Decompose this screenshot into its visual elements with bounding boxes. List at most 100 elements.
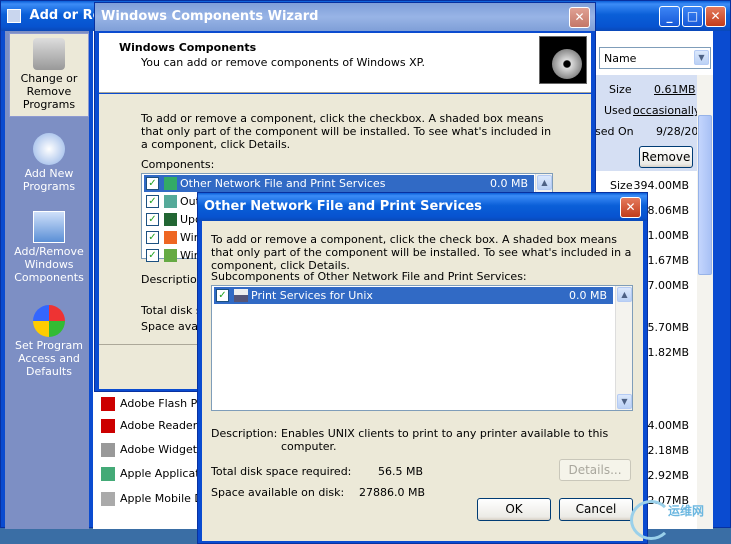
program-icon	[101, 467, 115, 481]
available-space-value: 27886.0 MB	[359, 486, 426, 499]
arp-app-icon	[7, 8, 21, 23]
component-icon	[164, 177, 177, 190]
subcomponent-dialog: Other Network File and Print Services ✕ …	[197, 192, 648, 544]
available-space-label: Space available on disk:	[211, 486, 345, 499]
subdialog-body: To add or remove a component, click the …	[202, 221, 643, 541]
sidebar-item-label: Add/Remove Windows Components	[14, 245, 84, 284]
details-button[interactable]: Details...	[559, 459, 631, 481]
sidebar-item-add-new[interactable]: Add New Programs	[9, 129, 89, 193]
wizard-close-button[interactable]: ✕	[569, 7, 590, 28]
subdialog-instructions: To add or remove a component, click the …	[211, 233, 632, 272]
subdialog-description-label: Description:	[211, 427, 278, 440]
program-access-icon	[33, 305, 65, 337]
wizard-title: Windows Components Wizard	[101, 9, 319, 24]
used-value[interactable]: occasionally	[633, 104, 700, 117]
program-name: Adobe Flash Pla	[120, 397, 208, 410]
subdialog-close-button[interactable]: ✕	[620, 197, 641, 218]
subdialog-description-text: Enables UNIX clients to print to any pri…	[281, 427, 609, 453]
program-name: Apple Applicatio	[120, 467, 210, 480]
scroll-down-arrow[interactable]: ▼	[617, 394, 632, 409]
component-checkbox[interactable]: ✓	[146, 231, 159, 244]
total-space-value: 56.5 MB	[378, 465, 424, 478]
component-icon	[164, 231, 177, 244]
sidebar-item-label: Add New Programs	[22, 167, 76, 193]
used-label: Used	[604, 104, 632, 117]
scroll-up-arrow[interactable]: ▲	[537, 175, 552, 190]
size-value: 1.67MB	[647, 254, 689, 267]
sidebar-item-windows-components[interactable]: Add/Remove Windows Components	[9, 207, 89, 284]
subcomponents-label: Subcomponents of Other Network File and …	[211, 270, 527, 283]
cd-add-icon	[33, 133, 65, 165]
subcomponents-scrollbar[interactable]: ▲ ▼	[615, 286, 632, 410]
wizard-header-subtitle: You can add or remove components of Wind…	[141, 56, 426, 69]
component-icon	[164, 213, 177, 226]
used-on-label: sed On	[595, 125, 634, 138]
size-value: 1.82MB	[647, 346, 689, 359]
program-row[interactable]: Apple Mobile De	[101, 492, 210, 506]
component-row[interactable]: ✓ Other Network File and Print Services 0.…	[144, 175, 534, 192]
ok-button[interactable]: OK	[477, 498, 551, 521]
component-checkbox[interactable]: ✓	[146, 195, 159, 208]
program-name: Adobe Reader 9	[120, 419, 208, 432]
cancel-button[interactable]: Cancel	[559, 498, 633, 521]
wizard-instructions: To add or remove a component, click the …	[141, 112, 552, 151]
subcomponent-name: Print Services for Unix	[251, 289, 373, 302]
remove-button[interactable]: Remove	[639, 146, 693, 168]
watermark-text: 运维网	[668, 504, 705, 518]
component-checkbox[interactable]: ✓	[146, 213, 159, 226]
total-space-label: Total disk space required:	[211, 465, 352, 478]
program-icon	[101, 397, 115, 411]
scroll-thumb[interactable]	[698, 115, 712, 275]
program-icon	[101, 419, 115, 433]
subcomponent-checkbox[interactable]: ✓	[216, 289, 229, 302]
program-row[interactable]: Apple Applicatio	[101, 467, 209, 481]
program-icon	[101, 492, 115, 506]
cd-box-icon	[539, 36, 587, 84]
chevron-down-icon[interactable]: ▼	[694, 50, 709, 65]
sidebar-item-label: Change or Remove Programs	[20, 72, 78, 111]
component-icon	[164, 249, 177, 262]
size-value: 2.18MB	[647, 444, 689, 457]
program-row[interactable]: Adobe Flash Pla	[101, 397, 207, 411]
program-name: Adobe Widget B	[120, 443, 209, 456]
component-size: 0.0 MB	[489, 177, 528, 190]
sidebar-item-change-remove[interactable]: Change or Remove Programs	[9, 33, 89, 117]
subcomponents-list[interactable]: ✓ Print Services for Unix 0.0 MB ▲ ▼	[211, 285, 633, 411]
program-row[interactable]: Adobe Reader 9	[101, 419, 208, 433]
program-icon	[101, 443, 115, 457]
subdialog-title: Other Network File and Print Services	[204, 199, 482, 214]
windows-components-icon	[33, 211, 65, 243]
sort-by-dropdown[interactable]: Name ▼	[599, 47, 711, 69]
subcomponent-row[interactable]: ✓ Print Services for Unix 0.0 MB	[214, 287, 613, 304]
program-list-scrollbar[interactable]	[697, 75, 713, 529]
subdialog-title-bar: Other Network File and Print Services	[198, 193, 647, 221]
size-label: Size	[609, 83, 632, 96]
size-value: 8.06MB	[647, 204, 689, 217]
minimize-button[interactable]: _	[659, 6, 680, 27]
program-row[interactable]: Adobe Widget B	[101, 443, 208, 457]
close-button[interactable]: ✕	[705, 6, 726, 27]
sort-by-value: Name	[604, 52, 637, 65]
wizard-header-title: Windows Components	[119, 41, 257, 54]
cd-box-icon	[33, 38, 65, 70]
component-icon	[164, 195, 177, 208]
subcomponent-size: 0.0 MB	[568, 289, 607, 302]
size-label: Size	[610, 179, 633, 192]
components-label: Components:	[141, 158, 215, 171]
component-checkbox[interactable]: ✓	[146, 249, 159, 262]
scroll-up-arrow[interactable]: ▲	[617, 287, 632, 302]
size-value: 0.61MB	[654, 83, 696, 96]
arp-sidebar: Change or Remove Programs Add New Progra…	[5, 31, 89, 529]
wizard-header: Windows Components You can add or remove…	[99, 33, 591, 93]
maximize-button[interactable]: □	[682, 6, 703, 27]
wizard-title-bar: Windows Components Wizard	[95, 3, 595, 31]
watermark-logo	[630, 500, 672, 540]
printer-icon	[234, 289, 248, 302]
sidebar-item-program-access[interactable]: Set Program Access and Defaults	[9, 301, 89, 378]
component-name: Other Network File and Print Services	[180, 177, 386, 190]
component-checkbox[interactable]: ✓	[146, 177, 159, 190]
sidebar-item-label: Set Program Access and Defaults	[15, 339, 83, 378]
size-value: 5.70MB	[647, 321, 689, 334]
size-value: 394.00MB	[633, 179, 689, 192]
wizard-space-label: Space avail	[141, 320, 205, 333]
